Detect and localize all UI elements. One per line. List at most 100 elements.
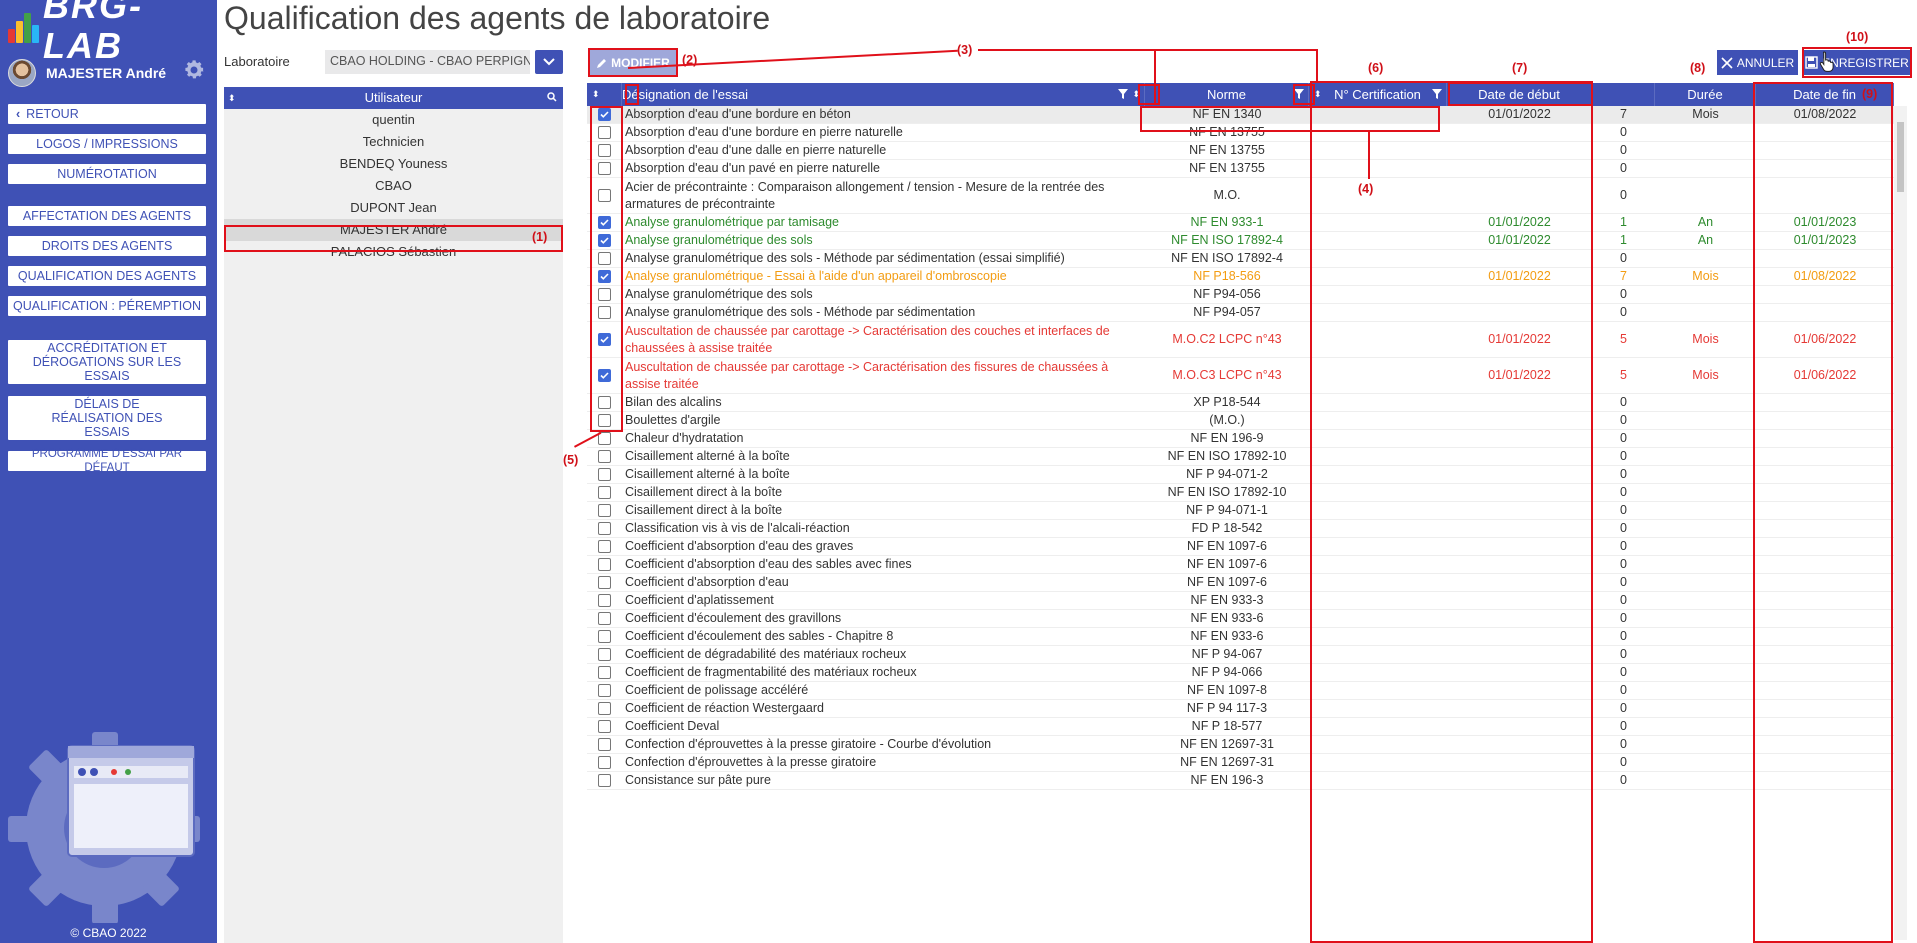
nav-affectation-agents[interactable]: AFFECTATION DES AGENTS [8,206,206,226]
checkbox[interactable] [598,522,611,535]
table-row[interactable]: Analyse granulométrique des sols NF EN IS… [587,232,1894,250]
checkbox[interactable] [598,396,611,409]
checkbox[interactable] [598,288,611,301]
table-row[interactable]: Analyse granulométrique par tamisage NF E… [587,214,1894,232]
nav-logos-impressions[interactable]: LOGOS / IMPRESSIONS [8,134,206,154]
checkbox[interactable] [598,468,611,481]
table-row[interactable]: Absorption d'eau d'une bordure en pierre… [587,124,1894,142]
nav-numerotation[interactable]: NUMÉROTATION [8,164,206,184]
checkbox[interactable] [598,630,611,643]
checkbox[interactable] [598,720,611,733]
scrollbar-thumb[interactable] [1897,122,1904,192]
filter-icon[interactable] [1118,87,1128,102]
table-row[interactable]: Confection d'éprouvettes à la presse gir… [587,754,1894,772]
table-row[interactable]: Auscultation de chaussée par carottage -… [587,322,1894,358]
sort-icon[interactable]: ⬍ [228,87,236,109]
table-row[interactable]: Absorption d'eau d'une dalle en pierre n… [587,142,1894,160]
checkbox[interactable] [598,504,611,517]
checkbox[interactable] [598,576,611,589]
user-list-item-selected[interactable]: MAJESTER André [224,219,563,241]
user-list-item[interactable]: Technicien [224,131,563,153]
user-list-item[interactable]: DUPONT Jean [224,197,563,219]
table-row[interactable]: Coefficient d'absorption d'eau des grave… [587,538,1894,556]
checkbox[interactable] [598,648,611,661]
checkbox[interactable] [598,144,611,157]
checkbox[interactable] [598,612,611,625]
checkbox-checked[interactable] [598,369,611,382]
nav-accreditation-derogations[interactable]: ACCRÉDITATION ET DÉROGATIONS SUR LES ESS… [8,340,206,384]
user-list-header[interactable]: ⬍ Utilisateur [224,87,563,109]
table-row[interactable]: Cisaillement direct à la boîte NF P 94-07… [587,502,1894,520]
checkbox-checked[interactable] [598,333,611,346]
table-row[interactable]: Bilan des alcalins XP P18-544 0 [587,394,1894,412]
table-row[interactable]: Classification vis à vis de l'alcali-réa… [587,520,1894,538]
back-button[interactable]: ‹ RETOUR [8,104,206,124]
header-quantite[interactable] [1592,83,1655,106]
sort-icon[interactable]: ⬍ [592,89,600,100]
table-row[interactable]: Coefficient d'absorption d'eau des sable… [587,556,1894,574]
checkbox-checked[interactable] [598,216,611,229]
table-row[interactable]: Analyse granulométrique des sols - Métho… [587,250,1894,268]
header-date-debut[interactable]: Date de début [1447,83,1592,106]
checkbox[interactable] [598,558,611,571]
annuler-button[interactable]: ANNULER [1717,50,1798,75]
table-row[interactable]: Cisaillement alterné à la boîte NF P 94-0… [587,466,1894,484]
checkbox[interactable] [598,414,611,427]
nav-qualification-agents[interactable]: QUALIFICATION DES AGENTS [8,266,206,286]
table-row[interactable]: Coefficient de réaction Westergaard NF P … [587,700,1894,718]
user-list-item[interactable]: BENDEQ Youness [224,153,563,175]
checkbox[interactable] [598,126,611,139]
laboratory-dropdown-button[interactable] [535,50,563,74]
sort-icon[interactable]: ⬍ [1314,89,1322,100]
checkbox[interactable] [598,756,611,769]
table-row[interactable]: Analyse granulométrique des sols - Métho… [587,304,1894,322]
table-row[interactable]: Coefficient d'aplatissement NF EN 933-3 0 [587,592,1894,610]
checkbox[interactable] [598,486,611,499]
checkbox[interactable] [598,594,611,607]
checkbox[interactable] [598,666,611,679]
checkbox[interactable] [598,162,611,175]
table-row[interactable]: Chaleur d'hydratation NF EN 196-9 0 [587,430,1894,448]
nav-qualification-peremption[interactable]: QUALIFICATION : PÉREMPTION [8,296,206,316]
user-list-item[interactable]: PALACIOS Sébastien [224,241,563,263]
table-row[interactable]: Confection d'éprouvettes à la presse gir… [587,736,1894,754]
table-row[interactable]: Boulettes d'argile (M.O.) 0 [587,412,1894,430]
vertical-scrollbar[interactable] [1894,106,1907,940]
table-row[interactable]: Absorption d'eau d'une bordure en béton N… [587,106,1894,124]
checkbox-checked[interactable] [598,108,611,121]
table-row[interactable]: Acier de précontrainte : Comparaison all… [587,178,1894,214]
table-row[interactable]: Coefficient de fragmentabilité des matér… [587,664,1894,682]
header-certification[interactable]: ⬍ N° Certification [1309,83,1447,106]
filter-icon[interactable] [1294,88,1304,101]
table-row[interactable]: Coefficient d'absorption d'eau NF EN 1097… [587,574,1894,592]
checkbox[interactable] [598,702,611,715]
checkbox[interactable] [598,738,611,751]
table-row[interactable]: Auscultation de chaussée par carottage -… [587,358,1894,394]
table-row[interactable]: Analyse granulométrique - Essai à l'aide… [587,268,1894,286]
header-duree[interactable]: Durée [1655,83,1756,106]
nav-droits-agents[interactable]: DROITS DES AGENTS [8,236,206,256]
checkbox[interactable] [598,450,611,463]
filter-icon[interactable] [1432,88,1442,101]
checkbox[interactable] [598,684,611,697]
table-row[interactable]: Coefficient d'écoulement des sables - Ch… [587,628,1894,646]
checkbox[interactable] [598,774,611,787]
table-row[interactable]: Coefficient Deval NF P 18-577 0 [587,718,1894,736]
checkbox[interactable] [598,252,611,265]
table-row[interactable]: Coefficient de polissage accéléré NF EN 1… [587,682,1894,700]
sort-icon[interactable]: ⬍ [1132,89,1140,100]
table-row[interactable]: Consistance sur pâte pure NF EN 196-3 0 [587,772,1894,790]
checkbox-checked[interactable] [598,234,611,247]
table-row[interactable]: Absorption d'eau d'un pavé en pierre nat… [587,160,1894,178]
checkbox-checked[interactable] [598,270,611,283]
header-norme[interactable]: Norme [1145,83,1309,106]
checkbox[interactable] [598,540,611,553]
table-row[interactable]: Cisaillement alterné à la boîte NF EN ISO… [587,448,1894,466]
checkbox[interactable] [598,306,611,319]
table-row[interactable]: Coefficient de dégradabilité des matéria… [587,646,1894,664]
nav-delais-realisation[interactable]: DÉLAIS DE RÉALISATION DES ESSAIS [8,396,206,440]
header-designation[interactable]: Désignation de l'essai ⬍ [622,83,1145,106]
laboratory-select[interactable]: CBAO HOLDING - CBAO PERPIGNAN [325,50,530,74]
table-row[interactable]: Analyse granulométrique des sols NF P94-0… [587,286,1894,304]
modifier-button[interactable]: MODIFIER [590,50,676,75]
